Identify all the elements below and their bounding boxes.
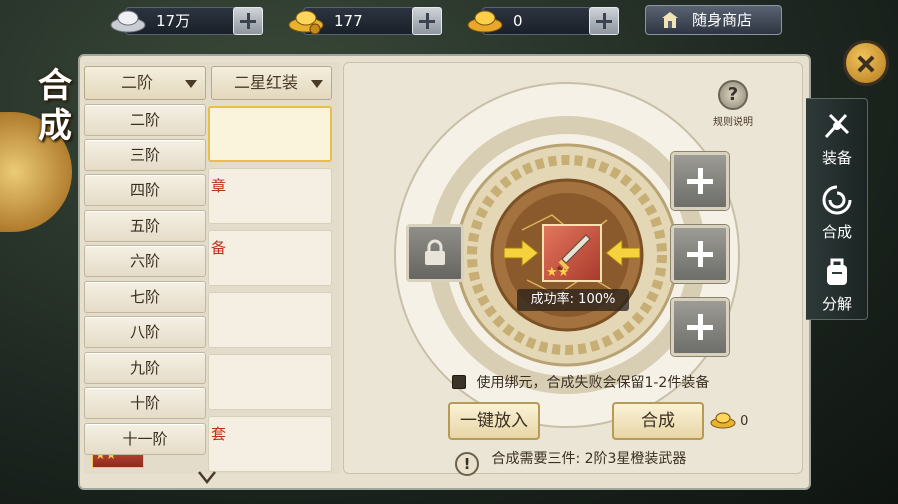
exclamation-icon: ! (455, 452, 479, 476)
tab-decompose-label: 分解 (821, 295, 852, 313)
side-tabs: 装备 合成 分解 (806, 98, 868, 320)
tier-option[interactable]: 十阶 (84, 387, 206, 419)
scroll-down-icon[interactable] (198, 470, 216, 484)
tier-dropdown[interactable]: 二阶 (84, 66, 206, 100)
tier-option[interactable]: 八阶 (84, 316, 206, 348)
tier-option[interactable]: 四阶 (84, 174, 206, 206)
gold-ingot-icon (288, 10, 324, 35)
page-title: 合 成 (0, 52, 84, 232)
add-bound-gold-button[interactable] (589, 7, 619, 35)
tab-synthesis[interactable]: 合成 (806, 177, 868, 247)
silver-ingot-icon (110, 10, 146, 33)
lock-icon (425, 239, 445, 265)
list-item[interactable]: 套 (208, 416, 332, 472)
tier-option[interactable]: 六阶 (84, 245, 206, 277)
tab-equipment-label: 装备 (821, 149, 852, 167)
list-item[interactable]: 备 (208, 230, 332, 286)
bound-gold-amount: 0 (513, 12, 523, 30)
quality-dropdown-value: 二星红装 (234, 73, 299, 92)
tier-option[interactable]: 七阶 (84, 281, 206, 313)
tab-equipment[interactable]: 装备 (806, 103, 868, 173)
close-button[interactable] (843, 40, 889, 86)
bind-option-label: 使用绑元，合成失败会保留1-2件装备 (476, 375, 710, 391)
bind-checkbox[interactable] (452, 375, 466, 389)
list-item-text: 备 (211, 239, 227, 257)
equipment-icon (824, 113, 850, 139)
synthesis-cost: 0 (710, 411, 748, 429)
material-slot-2[interactable] (671, 225, 729, 283)
result-item-slot[interactable]: ★★ (542, 224, 602, 282)
quality-dropdown[interactable]: 二星红装 (211, 66, 332, 100)
auto-fill-button[interactable]: 一键放入 (448, 402, 540, 440)
tier-dropdown-value: 二阶 (121, 73, 154, 92)
requirement-text: ! 合成需要三件: 2阶3星橙装武器 (455, 446, 686, 476)
requirement-label: 合成需要三件: 2阶3星橙装武器 (491, 451, 687, 467)
silver-amount: 17万 (156, 12, 191, 30)
gold-ingot-icon (710, 412, 736, 429)
result-item-stars: ★★ (546, 265, 570, 280)
tier-option[interactable]: 三阶 (84, 139, 206, 171)
synthesize-button[interactable]: 合成 (612, 402, 704, 440)
success-rate: 成功率: 100% (517, 289, 629, 311)
tier-option[interactable]: 十一阶 (84, 423, 206, 455)
synthesis-cost-value: 0 (740, 414, 749, 429)
arrow-left-icon (605, 238, 640, 268)
decompose-icon (827, 258, 847, 285)
page-title-char-2: 成 (38, 106, 72, 146)
locked-slot[interactable] (406, 224, 464, 282)
bind-option[interactable]: 使用绑元，合成失败会保留1-2件装备 (452, 372, 709, 392)
tier-option[interactable]: 二阶 (84, 104, 206, 136)
gold-amount: 177 (334, 12, 363, 30)
list-item[interactable] (208, 106, 332, 162)
tab-synthesis-label: 合成 (821, 223, 852, 241)
arrow-right-icon (504, 238, 539, 268)
list-item-text: 章 (211, 177, 227, 195)
tab-decompose[interactable]: 分解 (806, 249, 868, 319)
bound-gold-ingot-icon (467, 10, 503, 33)
chevron-down-icon (185, 80, 197, 88)
list-item[interactable] (208, 292, 332, 348)
add-gold-button[interactable] (412, 7, 442, 35)
tier-option[interactable]: 五阶 (84, 210, 206, 242)
list-item[interactable]: 章 (208, 168, 332, 224)
add-silver-button[interactable] (233, 7, 263, 35)
shop-label: 随身商店 (692, 11, 753, 29)
tier-option[interactable]: 九阶 (84, 352, 206, 384)
shop-button[interactable]: 随身商店 (645, 5, 782, 35)
list-item[interactable] (208, 354, 332, 410)
currency-bar: 17万 177 0 随身商店 (0, 0, 898, 42)
shop-icon (662, 12, 678, 28)
chevron-down-icon (311, 80, 323, 88)
material-slot-1[interactable] (671, 152, 729, 210)
synthesis-icon (822, 185, 852, 215)
list-item-text: 套 (211, 425, 227, 443)
material-slot-3[interactable] (671, 298, 729, 356)
